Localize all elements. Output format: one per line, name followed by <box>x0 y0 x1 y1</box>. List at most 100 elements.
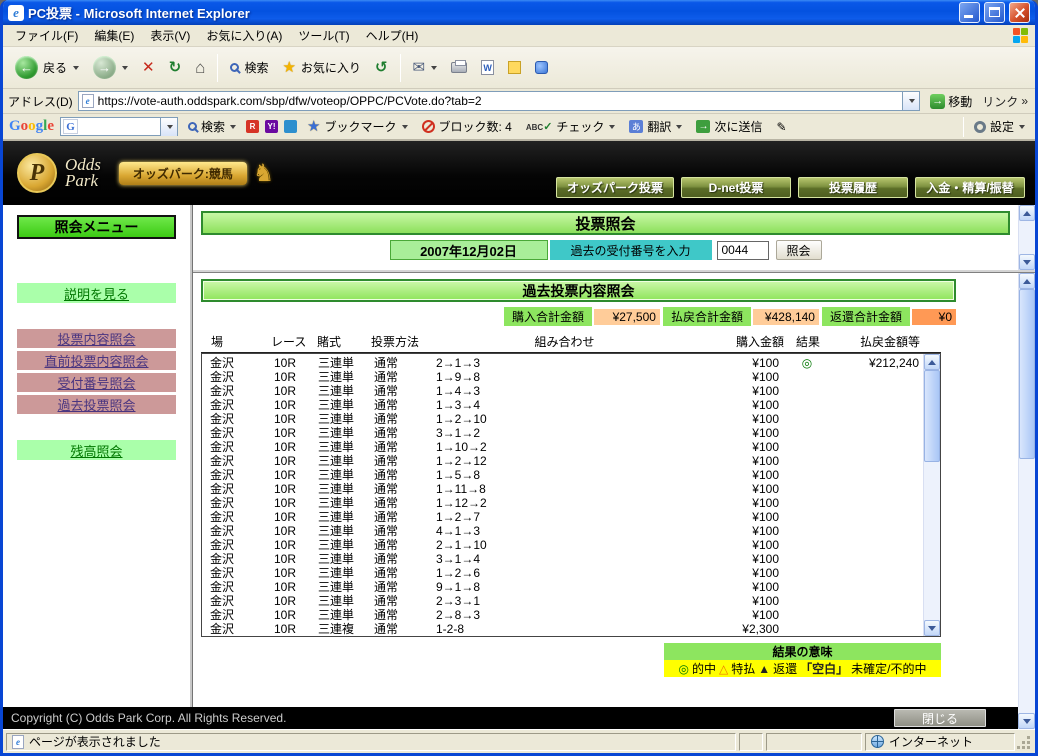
sidebar-item[interactable]: 直前投票内容照会 <box>17 351 176 370</box>
scroll-down-button[interactable] <box>924 620 940 636</box>
summary-label: 返還合計金額 <box>821 307 910 326</box>
table-cell: ¥2,300 <box>742 621 779 636</box>
odds-park-logo[interactable]: Odds Park <box>65 156 101 189</box>
scroll-down-button[interactable] <box>1018 713 1035 729</box>
site-nav-button[interactable]: 投票履歴 <box>798 177 908 198</box>
sidebar-item[interactable]: 過去投票照会 <box>17 395 176 414</box>
stop-button[interactable]: ✕ <box>136 56 161 79</box>
maximize-button[interactable] <box>984 2 1005 23</box>
table-cell: ¥100 <box>752 397 779 412</box>
keiba-badge: オッズパーク:競馬 <box>118 161 247 185</box>
toolbar: ← 戻る → ✕ ↻ ⌂ 検索 ★ お気に入り ↺ ✉ W <box>3 47 1035 89</box>
top-frame-scrollbar[interactable] <box>1018 205 1035 270</box>
sidebar-item[interactable]: 投票内容照会 <box>17 329 176 348</box>
discuss-button[interactable] <box>502 57 527 78</box>
menu-item[interactable]: 表示(V) <box>142 25 198 46</box>
horse-icon: ♞ <box>252 159 275 187</box>
spellcheck-button[interactable]: ABC✓ チェック <box>522 116 620 137</box>
table-row: 金沢 10R 三連単 通常 2→1→10 ¥100 <box>202 536 923 553</box>
status-message-pane: e ページが表示されました <box>6 732 736 751</box>
close-button[interactable] <box>1009 2 1030 23</box>
main-frame-scrollbar[interactable] <box>1018 273 1035 707</box>
site-nav-button[interactable]: 入金・精算/振替 <box>915 177 1025 198</box>
go-button[interactable]: → 移動 <box>925 92 977 111</box>
scroll-up-button[interactable] <box>1019 205 1035 221</box>
custom-button-icon[interactable]: Y! <box>265 120 279 133</box>
forward-button[interactable]: → <box>87 52 134 83</box>
sidebar-item-help[interactable]: 説明を見る <box>17 283 176 303</box>
table-scrollbar[interactable] <box>923 354 940 636</box>
search-icon <box>188 122 198 131</box>
table-header-cell: 結果 <box>795 335 820 349</box>
minimize-button[interactable] <box>959 2 980 23</box>
browser-window: e PC投票 - Microsoft Internet Explorer ファイ… <box>0 0 1038 756</box>
links-chevron-icon: » <box>1021 94 1028 108</box>
search-button[interactable]: 検索 <box>224 55 274 80</box>
resize-grip[interactable] <box>1018 733 1032 751</box>
google-toolbar: Google G 検索 R Y! ★ ブックマーク ブロック数: 4 ABC✓ … <box>3 114 1035 141</box>
scroll-down-button[interactable] <box>1019 254 1035 270</box>
scroll-thumb[interactable] <box>1019 289 1035 459</box>
google-search-dropdown[interactable] <box>160 117 178 136</box>
summary-value: ¥428,140 <box>752 308 819 325</box>
send-arrow-icon: → <box>696 120 711 133</box>
summary-label: 払戻合計金額 <box>662 307 751 326</box>
table-header-cell: 組み合わせ <box>534 335 595 349</box>
table-cell: 2→1→3 <box>436 355 481 370</box>
menu-item[interactable]: ファイル(F) <box>7 25 86 46</box>
send-to-button[interactable]: → 次に送信 <box>692 116 766 137</box>
footer-scrollbar[interactable] <box>1018 707 1035 729</box>
edit-button[interactable]: W <box>475 56 500 79</box>
bookmark-star-icon: ★ <box>307 118 321 135</box>
history-button[interactable]: ↺ <box>369 56 394 79</box>
close-page-button[interactable]: 閉じる <box>894 709 986 727</box>
bookmarks-button[interactable]: ★ ブックマーク <box>303 116 411 137</box>
table-row: 金沢 10R 三連単 通常 1→4→3 ¥100 <box>202 382 923 399</box>
inquiry-button[interactable]: 照会 <box>775 240 822 260</box>
site-nav-button[interactable]: オッズパーク投票 <box>555 177 674 198</box>
site-nav-button[interactable]: D-net投票 <box>681 177 791 198</box>
legend-symbol: ◎ <box>678 661 689 676</box>
receipt-number-input[interactable] <box>716 240 769 260</box>
sidebar-item[interactable]: 受付番号照会 <box>17 373 176 392</box>
back-dropdown-icon[interactable] <box>73 65 80 70</box>
table-cell: 10R <box>274 495 297 510</box>
menu-item[interactable]: ツール(T) <box>290 25 357 46</box>
mail-button[interactable]: ✉ <box>407 56 444 79</box>
favorites-button[interactable]: ★ お気に入り <box>276 55 366 80</box>
autofill-button[interactable]: ✎ <box>772 118 790 136</box>
past-vote-title: 過去投票内容照会 <box>201 279 956 302</box>
back-button[interactable]: ← 戻る <box>9 52 85 83</box>
status-pane <box>739 732 763 751</box>
refresh-button[interactable]: ↻ <box>163 56 188 79</box>
address-input[interactable]: e https://vote-auth.oddspark.com/sbp/dfw… <box>77 91 921 111</box>
print-button[interactable] <box>445 58 473 77</box>
menu-item[interactable]: 編集(E) <box>86 25 142 46</box>
url-text[interactable]: https://vote-auth.oddspark.com/sbp/dfw/v… <box>98 94 899 108</box>
messenger-button[interactable] <box>529 57 554 78</box>
address-dropdown-button[interactable] <box>902 92 920 110</box>
menu-item[interactable]: お気に入り(A) <box>198 25 290 46</box>
scroll-up-button[interactable] <box>924 354 940 370</box>
custom-button-icon[interactable]: R <box>246 120 260 133</box>
links-toolbar[interactable]: リンク » <box>982 93 1030 110</box>
google-search-button[interactable]: 検索 <box>184 116 240 137</box>
translate-button[interactable]: あ 翻訳 <box>625 116 686 137</box>
sidebar-item-balance[interactable]: 残高照会 <box>17 440 176 460</box>
google-search-input[interactable]: G <box>60 117 179 136</box>
forward-dropdown-icon[interactable] <box>122 65 129 70</box>
copyright-text: Copyright (C) Odds Park Corp. All Rights… <box>11 711 287 725</box>
mail-dropdown-icon[interactable] <box>431 65 438 70</box>
legend-label: 的中 <box>691 662 716 676</box>
odds-park-emblem-icon[interactable]: P <box>17 153 57 193</box>
scroll-thumb[interactable] <box>924 370 940 462</box>
menu-item[interactable]: ヘルプ(H) <box>358 25 427 46</box>
custom-button-icon[interactable] <box>284 120 298 133</box>
google-settings-button[interactable]: 設定 <box>970 116 1029 137</box>
google-settings-label: 設定 <box>989 120 1014 134</box>
table-cell: ◎ <box>801 355 813 370</box>
scroll-up-button[interactable] <box>1019 273 1035 289</box>
home-button[interactable]: ⌂ <box>189 55 211 80</box>
popup-blocker-button[interactable]: ブロック数: 4 <box>418 116 516 137</box>
table-cell: ¥100 <box>752 411 779 426</box>
